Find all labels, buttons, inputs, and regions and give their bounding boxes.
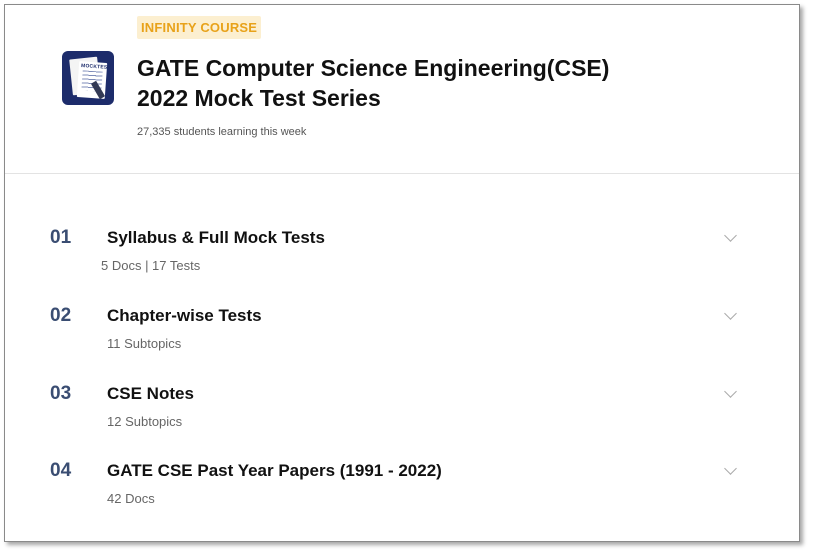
chapter-number: 01 (50, 227, 72, 248)
chevron-down-icon[interactable] (724, 307, 737, 320)
chapter-title: CSE Notes (107, 384, 194, 403)
chevron-down-icon[interactable] (724, 462, 737, 475)
course-card: INFINITY COURSE MOCKTEST GATE Computer S… (4, 4, 800, 542)
chapter-title: Syllabus & Full Mock Tests (107, 228, 325, 247)
course-header: INFINITY COURSE MOCKTEST GATE Computer S… (5, 5, 799, 174)
chapter-number: 04 (50, 460, 72, 481)
chapter-title: Chapter-wise Tests (107, 306, 262, 325)
course-title-line2: 2022 Mock Test Series (137, 85, 381, 111)
chapter-row-3[interactable]: 03 CSE Notes 12 Subtopics (5, 383, 799, 453)
course-title-line1: GATE Computer Science Engineering(CSE) (137, 55, 610, 81)
chapter-row-2[interactable]: 02 Chapter-wise Tests 11 Subtopics (5, 305, 799, 375)
chapter-number: 03 (50, 383, 72, 404)
chevron-down-icon[interactable] (724, 229, 737, 242)
infinity-course-badge: INFINITY COURSE (137, 16, 262, 39)
course-title[interactable]: GATE Computer Science Engineering(CSE) 2… (137, 53, 657, 113)
chapter-row-1[interactable]: 01 Syllabus & Full Mock Tests 5 Docs | 1… (5, 227, 799, 297)
chapter-number: 02 (50, 305, 72, 326)
chevron-down-icon[interactable] (724, 385, 737, 398)
chapter-row-4[interactable]: 04 GATE CSE Past Year Papers (1991 - 202… (5, 460, 799, 530)
learners-count: 27,335 students learning this week (137, 126, 307, 138)
chapter-subtitle: 5 Docs | 17 Tests (101, 258, 201, 273)
course-thumbnail-icon[interactable]: MOCKTEST (62, 51, 114, 105)
chapter-subtitle: 12 Subtopics (107, 414, 183, 429)
chapter-subtitle: 42 Docs (107, 491, 155, 506)
chapter-subtitle: 11 Subtopics (107, 336, 182, 351)
chapter-title: GATE CSE Past Year Papers (1991 - 2022) (107, 461, 442, 480)
